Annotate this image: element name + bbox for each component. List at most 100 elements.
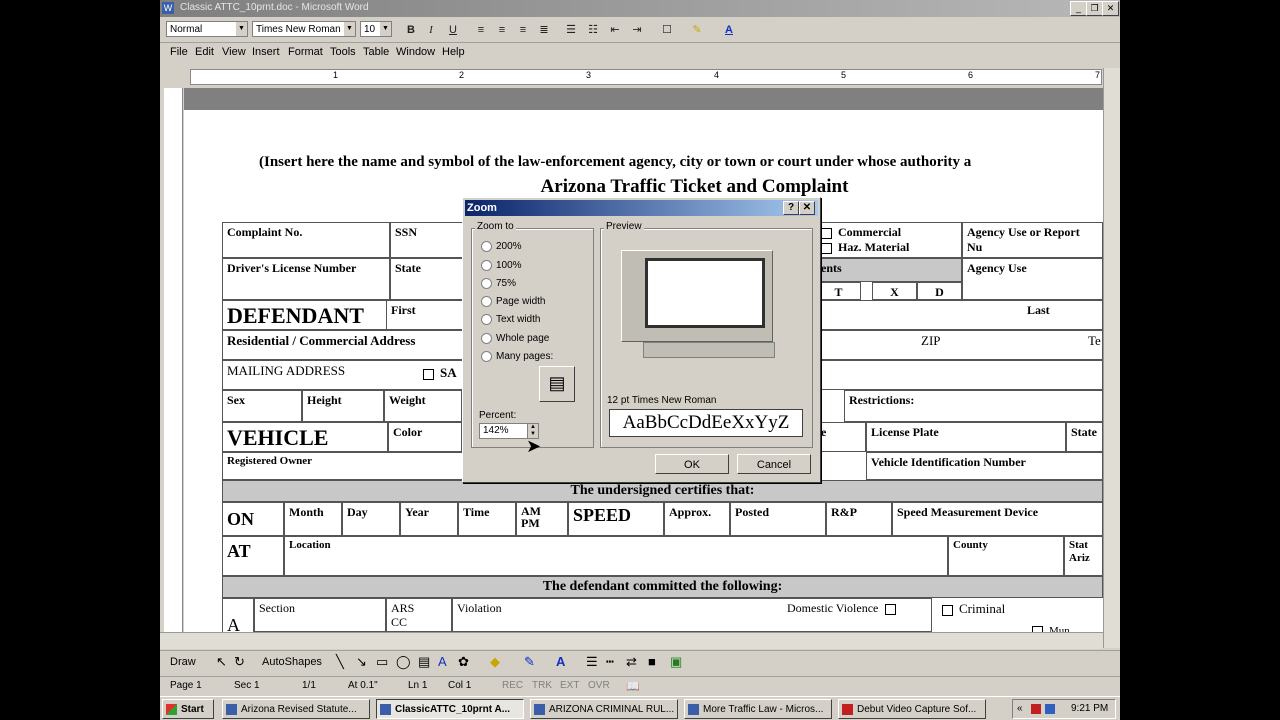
speed-label: SPEED (568, 502, 664, 536)
vertical-ruler[interactable] (164, 88, 183, 638)
dash-style-icon[interactable]: ┅ (606, 654, 614, 670)
wordart-icon[interactable]: A (438, 654, 447, 669)
increase-indent-icon[interactable]: ⇥ (628, 22, 646, 38)
taskbar-item[interactable]: More Traffic Law - Micros... (684, 699, 832, 719)
italic-button[interactable]: I (422, 22, 440, 38)
defendant-label: DEFENDANT (222, 300, 386, 330)
formatting-toolbar: Normal ▼ Times New Roman ▼ 10 ▼ B I U ≡ ≡ ≡… (160, 18, 1120, 43)
class-t-cell: T (816, 282, 861, 300)
taskbar-item[interactable]: ARIZONA CRIMINAL RUL... (530, 699, 678, 719)
arrow-icon[interactable]: ↘ (356, 654, 367, 670)
menu-insert[interactable]: Insert (252, 46, 280, 58)
decrease-indent-icon[interactable]: ⇤ (606, 22, 624, 38)
status-ext[interactable]: EXT (560, 680, 579, 691)
word-window: W Classic ATTC_10prnt.doc - Microsoft Wo… (160, 0, 1120, 720)
tray-expand-icon[interactable]: « (1017, 703, 1023, 714)
ruler-number: 7 (1095, 70, 1101, 80)
start-button[interactable]: Start (162, 699, 214, 719)
spelling-status-icon[interactable]: 📖 (626, 680, 640, 693)
same-address-checkbox[interactable] (423, 368, 434, 380)
clock: 9:21 PM (1071, 703, 1109, 714)
day-cell: Day (342, 502, 400, 536)
domestic-violence-checkbox[interactable] (885, 603, 897, 615)
zoom-200-radio[interactable]: 200% (481, 240, 522, 254)
menu-tools[interactable]: Tools (330, 46, 356, 58)
last-name-label: Last (1027, 303, 1050, 317)
bullets-icon[interactable]: ☷ (584, 22, 602, 38)
word-doc-icon (688, 704, 699, 715)
textbox-icon[interactable]: ▤ (418, 654, 430, 670)
line-icon[interactable]: ╲ (336, 654, 344, 670)
3d-icon[interactable]: ▣ (670, 654, 682, 670)
oval-icon[interactable]: ◯ (396, 654, 411, 670)
posted-cell: Posted (730, 502, 826, 536)
border-icon[interactable]: ☐ (658, 22, 676, 38)
tray-app-icon[interactable] (1031, 704, 1041, 714)
horizontal-scrollbar[interactable] (160, 632, 1103, 649)
restore-button[interactable]: ❐ (1086, 1, 1103, 16)
font-select[interactable]: Times New Roman ▼ (252, 21, 356, 37)
font-color-draw-icon[interactable]: A (556, 654, 565, 669)
align-left-icon[interactable]: ≡ (472, 22, 490, 38)
tray-network-icon[interactable] (1045, 704, 1055, 714)
menu-help[interactable]: Help (442, 46, 465, 58)
menu-format[interactable]: Format (288, 46, 323, 58)
status-rec[interactable]: REC (502, 680, 523, 691)
menu-window[interactable]: Window (396, 46, 435, 58)
close-button[interactable]: ✕ (1102, 1, 1119, 16)
arrow-style-icon[interactable]: ⇄ (626, 654, 637, 670)
many-pages-monitor-icon[interactable]: ▤ (539, 366, 575, 402)
highlight-icon[interactable]: ✎ (688, 22, 706, 38)
many-pages-radio[interactable]: Many pages: (481, 350, 553, 364)
bold-button[interactable]: B (402, 22, 420, 38)
align-right-icon[interactable]: ≡ (514, 22, 532, 38)
taskbar-item[interactable]: Arizona Revised Statute... (222, 699, 370, 719)
horizontal-ruler[interactable]: 1 2 3 4 5 6 7 (160, 66, 1120, 86)
word-app-icon[interactable]: W (162, 2, 174, 14)
style-select[interactable]: Normal ▼ (166, 21, 248, 37)
autoshapes-menu-button[interactable]: AutoShapes (262, 656, 322, 668)
free-rotate-icon[interactable]: ↻ (234, 654, 245, 670)
whole-page-radio[interactable]: Whole page (481, 332, 549, 346)
rectangle-icon[interactable]: ▭ (376, 654, 388, 670)
underline-button[interactable]: U (444, 22, 462, 38)
zoom-100-radio[interactable]: 100% (481, 259, 522, 273)
line-color-icon[interactable]: ✎ (524, 654, 535, 670)
menu-file[interactable]: File (170, 46, 188, 58)
clipart-icon[interactable]: ✿ (458, 654, 469, 670)
dialog-close-button[interactable]: ✕ (799, 201, 815, 215)
vertical-scrollbar[interactable] (1103, 68, 1120, 648)
ok-button[interactable]: OK (655, 454, 729, 474)
vehicle-label: VEHICLE (222, 422, 388, 452)
cancel-button[interactable]: Cancel (737, 454, 811, 474)
chevron-down-icon: ▼ (344, 22, 355, 36)
text-width-radio[interactable]: Text width (481, 313, 540, 327)
page-width-radio[interactable]: Page width (481, 295, 545, 309)
commercial-checkbox[interactable] (821, 227, 832, 239)
shadow-icon[interactable]: ■ (648, 654, 656, 669)
fill-color-icon[interactable]: ◆ (490, 654, 500, 670)
select-objects-icon[interactable]: ↖ (216, 654, 227, 670)
menu-table[interactable]: Table (363, 46, 389, 58)
align-center-icon[interactable]: ≡ (493, 22, 511, 38)
font-color-icon[interactable]: A (720, 22, 738, 38)
line-style-icon[interactable]: ☰ (586, 654, 598, 670)
menu-edit[interactable]: Edit (195, 46, 214, 58)
haz-material-checkbox[interactable] (821, 242, 832, 254)
status-bar: Page 1 Sec 1 1/1 At 0.1" Ln 1 Col 1 REC … (160, 676, 1120, 695)
help-button[interactable]: ? (783, 201, 799, 215)
status-trk[interactable]: TRK (532, 680, 552, 691)
minimize-button[interactable]: _ (1070, 1, 1087, 16)
menu-view[interactable]: View (222, 46, 246, 58)
draw-menu-button[interactable]: Draw (170, 656, 196, 668)
font-sample: AaBbCcDdEeXxYyZ (609, 409, 803, 437)
numbering-icon[interactable]: ☰ (562, 22, 580, 38)
font-size-select[interactable]: 10 ▼ (360, 21, 392, 37)
justify-icon[interactable]: ≣ (535, 22, 553, 38)
zoom-75-radio[interactable]: 75% (481, 277, 516, 291)
status-section: Sec 1 (234, 680, 260, 691)
taskbar-item-active[interactable]: ClassicATTC_10prnt A... (376, 699, 524, 719)
taskbar-item[interactable]: Debut Video Capture Sof... (838, 699, 986, 719)
status-ovr[interactable]: OVR (588, 680, 610, 691)
criminal-checkbox[interactable] (942, 604, 953, 616)
